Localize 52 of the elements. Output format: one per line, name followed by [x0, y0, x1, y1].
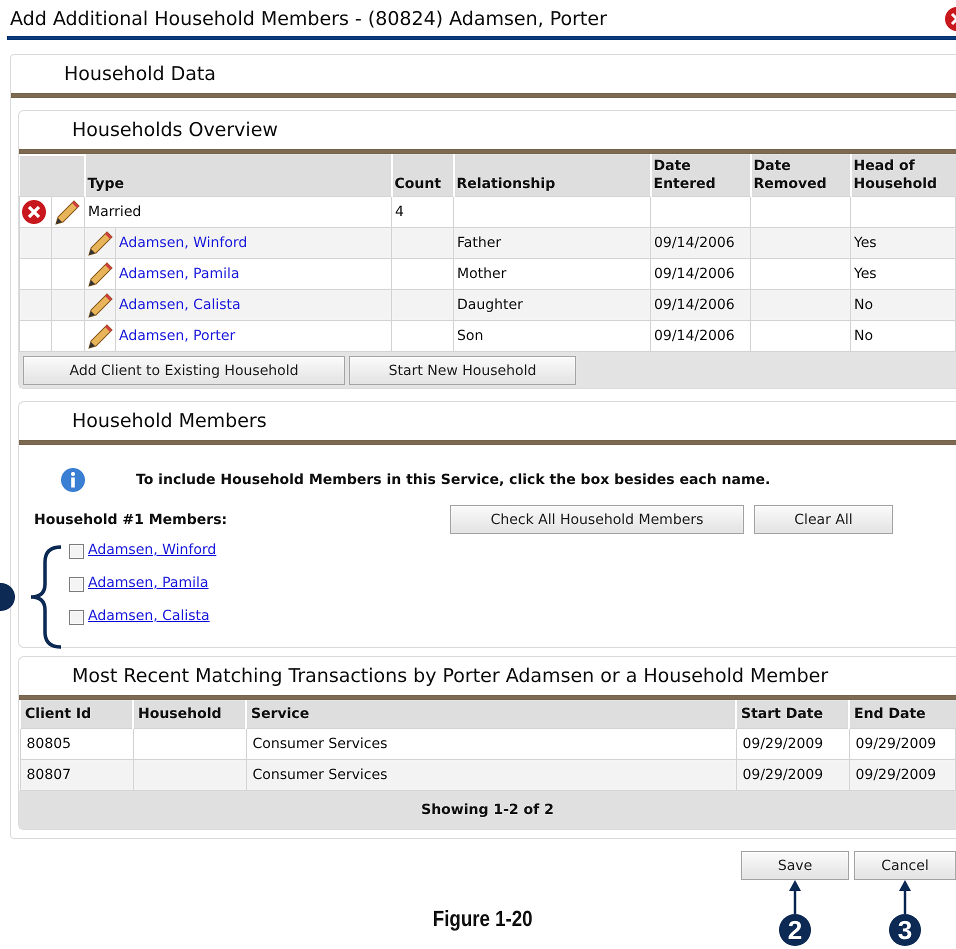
- checkbox[interactable]: [69, 610, 84, 625]
- column-header: Relationship: [454, 154, 650, 196]
- delete-icon[interactable]: [21, 199, 47, 225]
- table-cell: Consumer Services: [252, 767, 388, 783]
- table-cell: 80807: [26, 767, 72, 783]
- group-label: Household #1 Members:: [34, 512, 228, 528]
- column-header: Start Date: [736, 700, 849, 728]
- panel-title: Households Overview: [72, 119, 278, 141]
- action-button[interactable]: Cancel: [854, 851, 956, 880]
- column-header: Client Id: [20, 700, 133, 728]
- figure-caption: Figure 1-20: [433, 906, 533, 932]
- column-header: Household: [133, 700, 246, 728]
- table-cell: 09/29/2009: [742, 767, 824, 783]
- table-cell: Consumer Services: [252, 736, 388, 752]
- table-cell: 80805: [26, 736, 72, 752]
- pencil-icon[interactable]: [86, 322, 114, 350]
- action-button[interactable]: Start New Household: [349, 356, 576, 385]
- pencil-icon[interactable]: [86, 229, 114, 257]
- action-button[interactable]: Check All Household Members: [450, 505, 744, 534]
- pencil-icon[interactable]: [53, 198, 81, 226]
- table-cell: Married: [84, 196, 392, 228]
- column-header: Date Removed: [750, 154, 850, 196]
- column-header: Type: [84, 154, 392, 196]
- member-link[interactable]: Adamsen, Pamila: [88, 575, 209, 591]
- member-link[interactable]: Adamsen, Winford: [88, 542, 216, 558]
- pencil-icon[interactable]: [86, 260, 114, 288]
- column-header: Date Entered: [650, 154, 750, 196]
- column-header: Service: [246, 700, 736, 728]
- panel-title: Household Members: [72, 410, 267, 432]
- info-message: To include Household Members in this Service, click the box besides each name.: [136, 472, 770, 488]
- member-link[interactable]: Adamsen, Calista: [88, 608, 210, 624]
- pagination-summary: Showing 1-2 of 2: [421, 802, 554, 818]
- table-cell: 09/29/2009: [856, 767, 936, 783]
- action-button[interactable]: Clear All: [754, 505, 893, 534]
- panel-title: Most Recent Matching Transactions by Porter Adamsen or a Household Member: [72, 665, 828, 687]
- action-button[interactable]: Save: [741, 851, 849, 880]
- info-icon: [60, 467, 86, 493]
- window-title: Add Additional Household Members - (80824) Adamsen, Porter: [9, 7, 607, 30]
- checkbox[interactable]: [69, 544, 84, 559]
- column-header: Head of Household: [850, 154, 956, 196]
- column-header: End Date: [849, 700, 956, 728]
- callout-number: 3: [889, 914, 921, 946]
- action-button[interactable]: Add Client to Existing Household: [23, 356, 345, 385]
- checkbox[interactable]: [69, 577, 84, 592]
- table-cell: 09/29/2009: [856, 736, 936, 752]
- callout-arrow: [789, 880, 801, 914]
- callout-arrow: [899, 880, 911, 914]
- table-cell: 09/29/2009: [742, 736, 824, 752]
- pencil-icon[interactable]: [86, 291, 114, 319]
- panel-title: Household Data: [64, 63, 216, 85]
- column-header: Count: [392, 154, 454, 196]
- callout-number: 2: [779, 914, 811, 946]
